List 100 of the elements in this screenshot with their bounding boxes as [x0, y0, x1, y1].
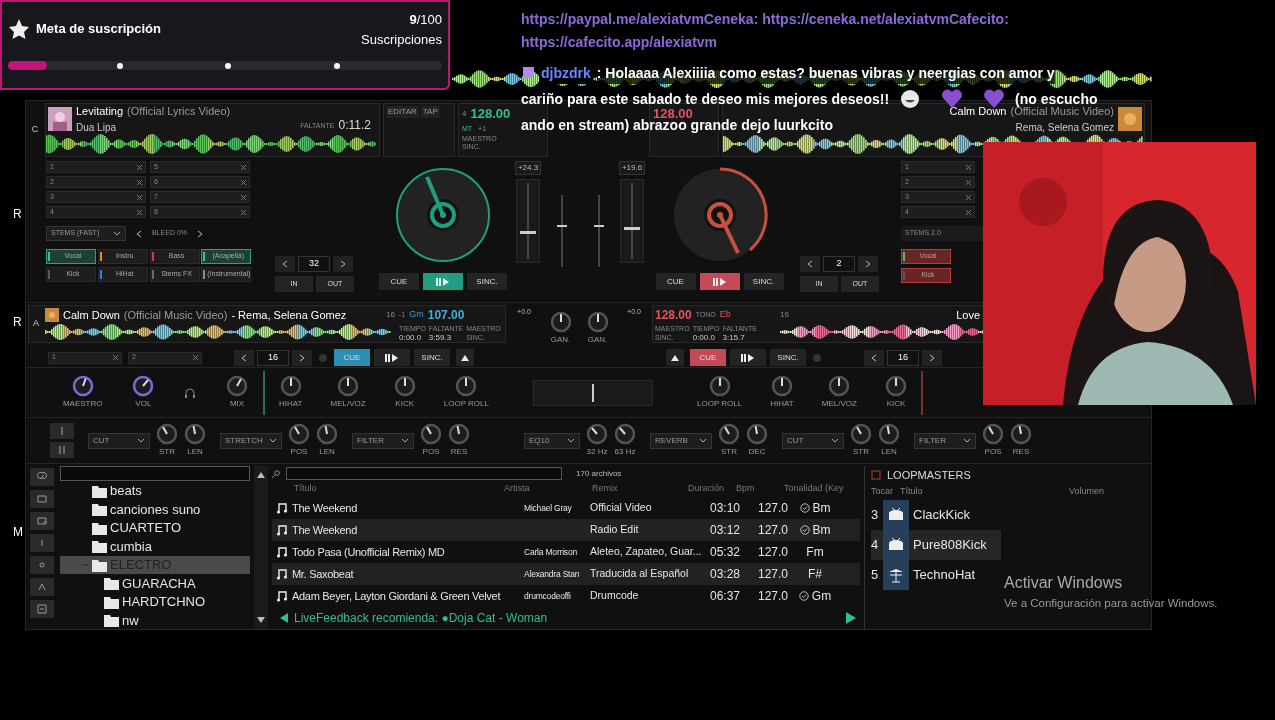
folder-item[interactable]: GUARACHA: [60, 574, 250, 593]
caret-icon: [567, 437, 575, 444]
column-header[interactable]: Tocar: [871, 485, 897, 499]
sync-button[interactable]: SINC.: [467, 273, 507, 290]
pitch-slider-handle[interactable]: [520, 230, 536, 234]
deck-option-button[interactable]: EDITAR: [386, 106, 419, 118]
caret-icon: [699, 437, 707, 444]
folder-item[interactable]: beats: [60, 481, 250, 501]
fx-slot-button[interactable]: [50, 442, 74, 458]
scrollbar[interactable]: [254, 466, 268, 629]
loop-increase-button[interactable]: [858, 256, 878, 272]
deck-option-button[interactable]: TAP: [420, 106, 440, 118]
loop-increase-button[interactable]: [292, 349, 312, 366]
column-header[interactable]: Volumen: [1069, 485, 1105, 499]
knob[interactable]: [850, 423, 872, 445]
knob[interactable]: [708, 375, 731, 397]
knob[interactable]: [549, 311, 572, 333]
knob[interactable]: [771, 375, 793, 397]
eject-button[interactable]: [666, 349, 684, 366]
knob[interactable]: [455, 375, 478, 397]
knob-label: MAESTRO: [62, 398, 103, 410]
browser-source-button[interactable]: [30, 556, 54, 574]
knob[interactable]: [828, 375, 851, 397]
loop-decrease-button[interactable]: [234, 349, 254, 366]
knob[interactable]: [884, 375, 907, 397]
column-header[interactable]: Remix: [592, 482, 678, 496]
sample-name: ClackKick: [913, 506, 971, 525]
eject-button[interactable]: [456, 349, 474, 366]
knob[interactable]: [132, 375, 155, 397]
knob[interactable]: [982, 423, 1004, 445]
sample-row[interactable]: 5 TechnoHat: [871, 560, 1001, 590]
knob[interactable]: [393, 375, 416, 397]
play-button[interactable]: [730, 349, 766, 366]
folder-item[interactable]: nw: [60, 611, 250, 629]
music-note-icon: [276, 568, 288, 580]
knob[interactable]: [586, 423, 608, 445]
knob[interactable]: [226, 375, 249, 397]
column-header[interactable]: Tonalidad (Key: [784, 482, 846, 496]
table-cell-text: 127.0: [756, 522, 788, 539]
folder-search-field[interactable]: [60, 466, 250, 481]
folder-item[interactable]: canciones suno: [60, 500, 250, 519]
column-header[interactable]: Título: [294, 482, 504, 496]
knob[interactable]: [420, 423, 442, 445]
column-header[interactable]: Título: [897, 485, 1069, 499]
sample-row[interactable]: 3 ClackKick: [871, 500, 1001, 530]
knob[interactable]: [184, 423, 206, 445]
sync-button[interactable]: SINC.: [743, 273, 784, 290]
sync-button[interactable]: SINC.: [414, 349, 450, 366]
knob[interactable]: [1010, 423, 1032, 445]
knob[interactable]: [156, 423, 178, 445]
fx-slot-button[interactable]: [50, 423, 74, 439]
effect-dropdown[interactable]: REVERB: [650, 432, 712, 449]
close-icon: [966, 194, 971, 200]
knob[interactable]: [718, 423, 740, 445]
browser-source-button[interactable]: [30, 578, 54, 596]
loop-increase-button[interactable]: [922, 349, 942, 366]
knob-label: STR: [853, 446, 869, 458]
effect-dropdown[interactable]: FILTER: [352, 432, 414, 449]
knob[interactable]: [448, 423, 470, 445]
effect-dropdown[interactable]: STRETCH: [220, 432, 282, 449]
folder-item[interactable]: cumbia: [60, 537, 250, 556]
sample-row[interactable]: 4 Pure808Kick: [871, 530, 1001, 560]
knob[interactable]: [71, 375, 94, 397]
jog-wheel[interactable]: [393, 165, 493, 265]
chat-link[interactable]: https://cafecito.app/alexiatvm: [521, 32, 1098, 53]
pitch-value: +24.3: [514, 161, 542, 175]
column-header[interactable]: Duración: [678, 482, 736, 496]
loop-increase-button[interactable]: [333, 256, 353, 272]
close-icon: [966, 164, 971, 170]
knob[interactable]: [288, 423, 310, 445]
column-header[interactable]: Artista: [504, 482, 592, 496]
knob[interactable]: [316, 423, 338, 445]
loop-decrease-button[interactable]: [800, 256, 820, 272]
folder-item[interactable]: HARDTCHNO: [60, 592, 250, 612]
loop-decrease-button[interactable]: [864, 349, 884, 366]
column-header[interactable]: Bpm: [736, 482, 784, 496]
knob[interactable]: [279, 375, 302, 397]
effect-dropdown[interactable]: CUT: [782, 432, 844, 449]
knob[interactable]: [614, 423, 636, 445]
knob[interactable]: [746, 423, 768, 445]
search-field[interactable]: [286, 467, 562, 480]
track-artist: Rema, Selena Gomez: [1015, 120, 1114, 135]
play-button[interactable]: [699, 273, 740, 290]
loop-decrease-button[interactable]: [275, 256, 295, 272]
knob[interactable]: [586, 311, 609, 333]
effect-dropdown[interactable]: EQ10: [524, 432, 580, 449]
play-button[interactable]: [374, 349, 410, 366]
table-cell-text: 03:12: [708, 522, 740, 539]
folder-item[interactable]: CUARTETO: [60, 518, 250, 538]
cue-button[interactable]: CUE: [655, 273, 696, 290]
knob[interactable]: [337, 375, 360, 397]
chat-link[interactable]: https://paypal.me/alexiatvmCeneka: https://ceneka.net/alexiatvmCafecito:: [521, 9, 1098, 30]
effect-dropdown[interactable]: CUT: [88, 432, 150, 449]
pitch-slider-handle[interactable]: [624, 226, 640, 230]
cue-button[interactable]: CUE: [379, 273, 419, 290]
cue-button[interactable]: CUE: [690, 349, 726, 366]
browser-source-button[interactable]: [30, 468, 54, 486]
knob[interactable]: [878, 423, 900, 445]
effect-dropdown[interactable]: FILTER: [914, 432, 976, 449]
sync-button[interactable]: SINC.: [770, 349, 806, 366]
